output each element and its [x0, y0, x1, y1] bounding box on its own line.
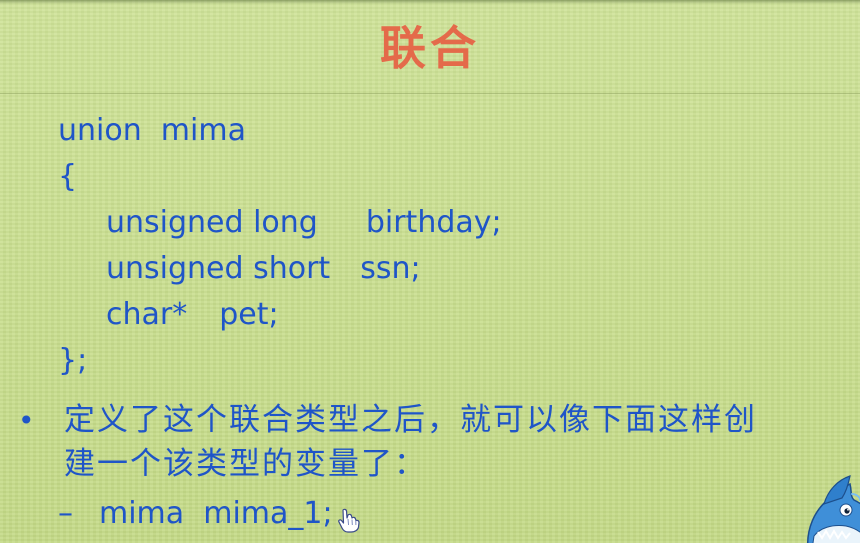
- title-divider: [0, 93, 860, 94]
- shark-mascot-icon: [806, 475, 860, 543]
- code-line-close-brace: };: [58, 343, 88, 378]
- sub-bullet-item: – mima mima_1;: [58, 492, 333, 536]
- code-type-unsigned-long: unsigned long: [106, 205, 318, 240]
- slide-canvas: 联合 union mima { unsigned long birthday; u…: [0, 0, 860, 543]
- bullet-marker: •: [18, 404, 35, 437]
- code-line-ssn: unsigned short ssn;: [58, 246, 502, 292]
- top-shadow: [0, 0, 860, 4]
- code-type-unsigned-short: unsigned short: [106, 251, 331, 286]
- code-block: union mima { unsigned long birthday; unsi…: [58, 108, 502, 384]
- code-type-char-pointer: char*: [106, 297, 188, 332]
- code-line-birthday: unsigned long birthday;: [58, 200, 502, 246]
- code-line-open-brace: {: [58, 159, 78, 194]
- bullet-text-line-1: 定义了这个联合类型之后，就可以像下面这样创: [64, 402, 757, 438]
- bullet-text-line-2: 建一个该类型的变量了：: [64, 446, 427, 482]
- code-line-pet: char* pet;: [58, 292, 502, 338]
- sub-bullet-code: mima mima_1;: [99, 496, 333, 531]
- code-field-pet: pet;: [219, 297, 279, 332]
- slide-title: 联合: [380, 21, 480, 75]
- sub-bullet-marker: –: [58, 496, 73, 531]
- bullet-text: 定义了这个联合类型之后，就可以像下面这样创 建一个该类型的变量了：: [64, 398, 854, 486]
- code-field-birthday: birthday;: [365, 205, 502, 240]
- code-line-declaration: union mima: [58, 113, 246, 148]
- hand-pointer-icon: [338, 508, 360, 533]
- code-field-ssn: ssn;: [360, 251, 421, 286]
